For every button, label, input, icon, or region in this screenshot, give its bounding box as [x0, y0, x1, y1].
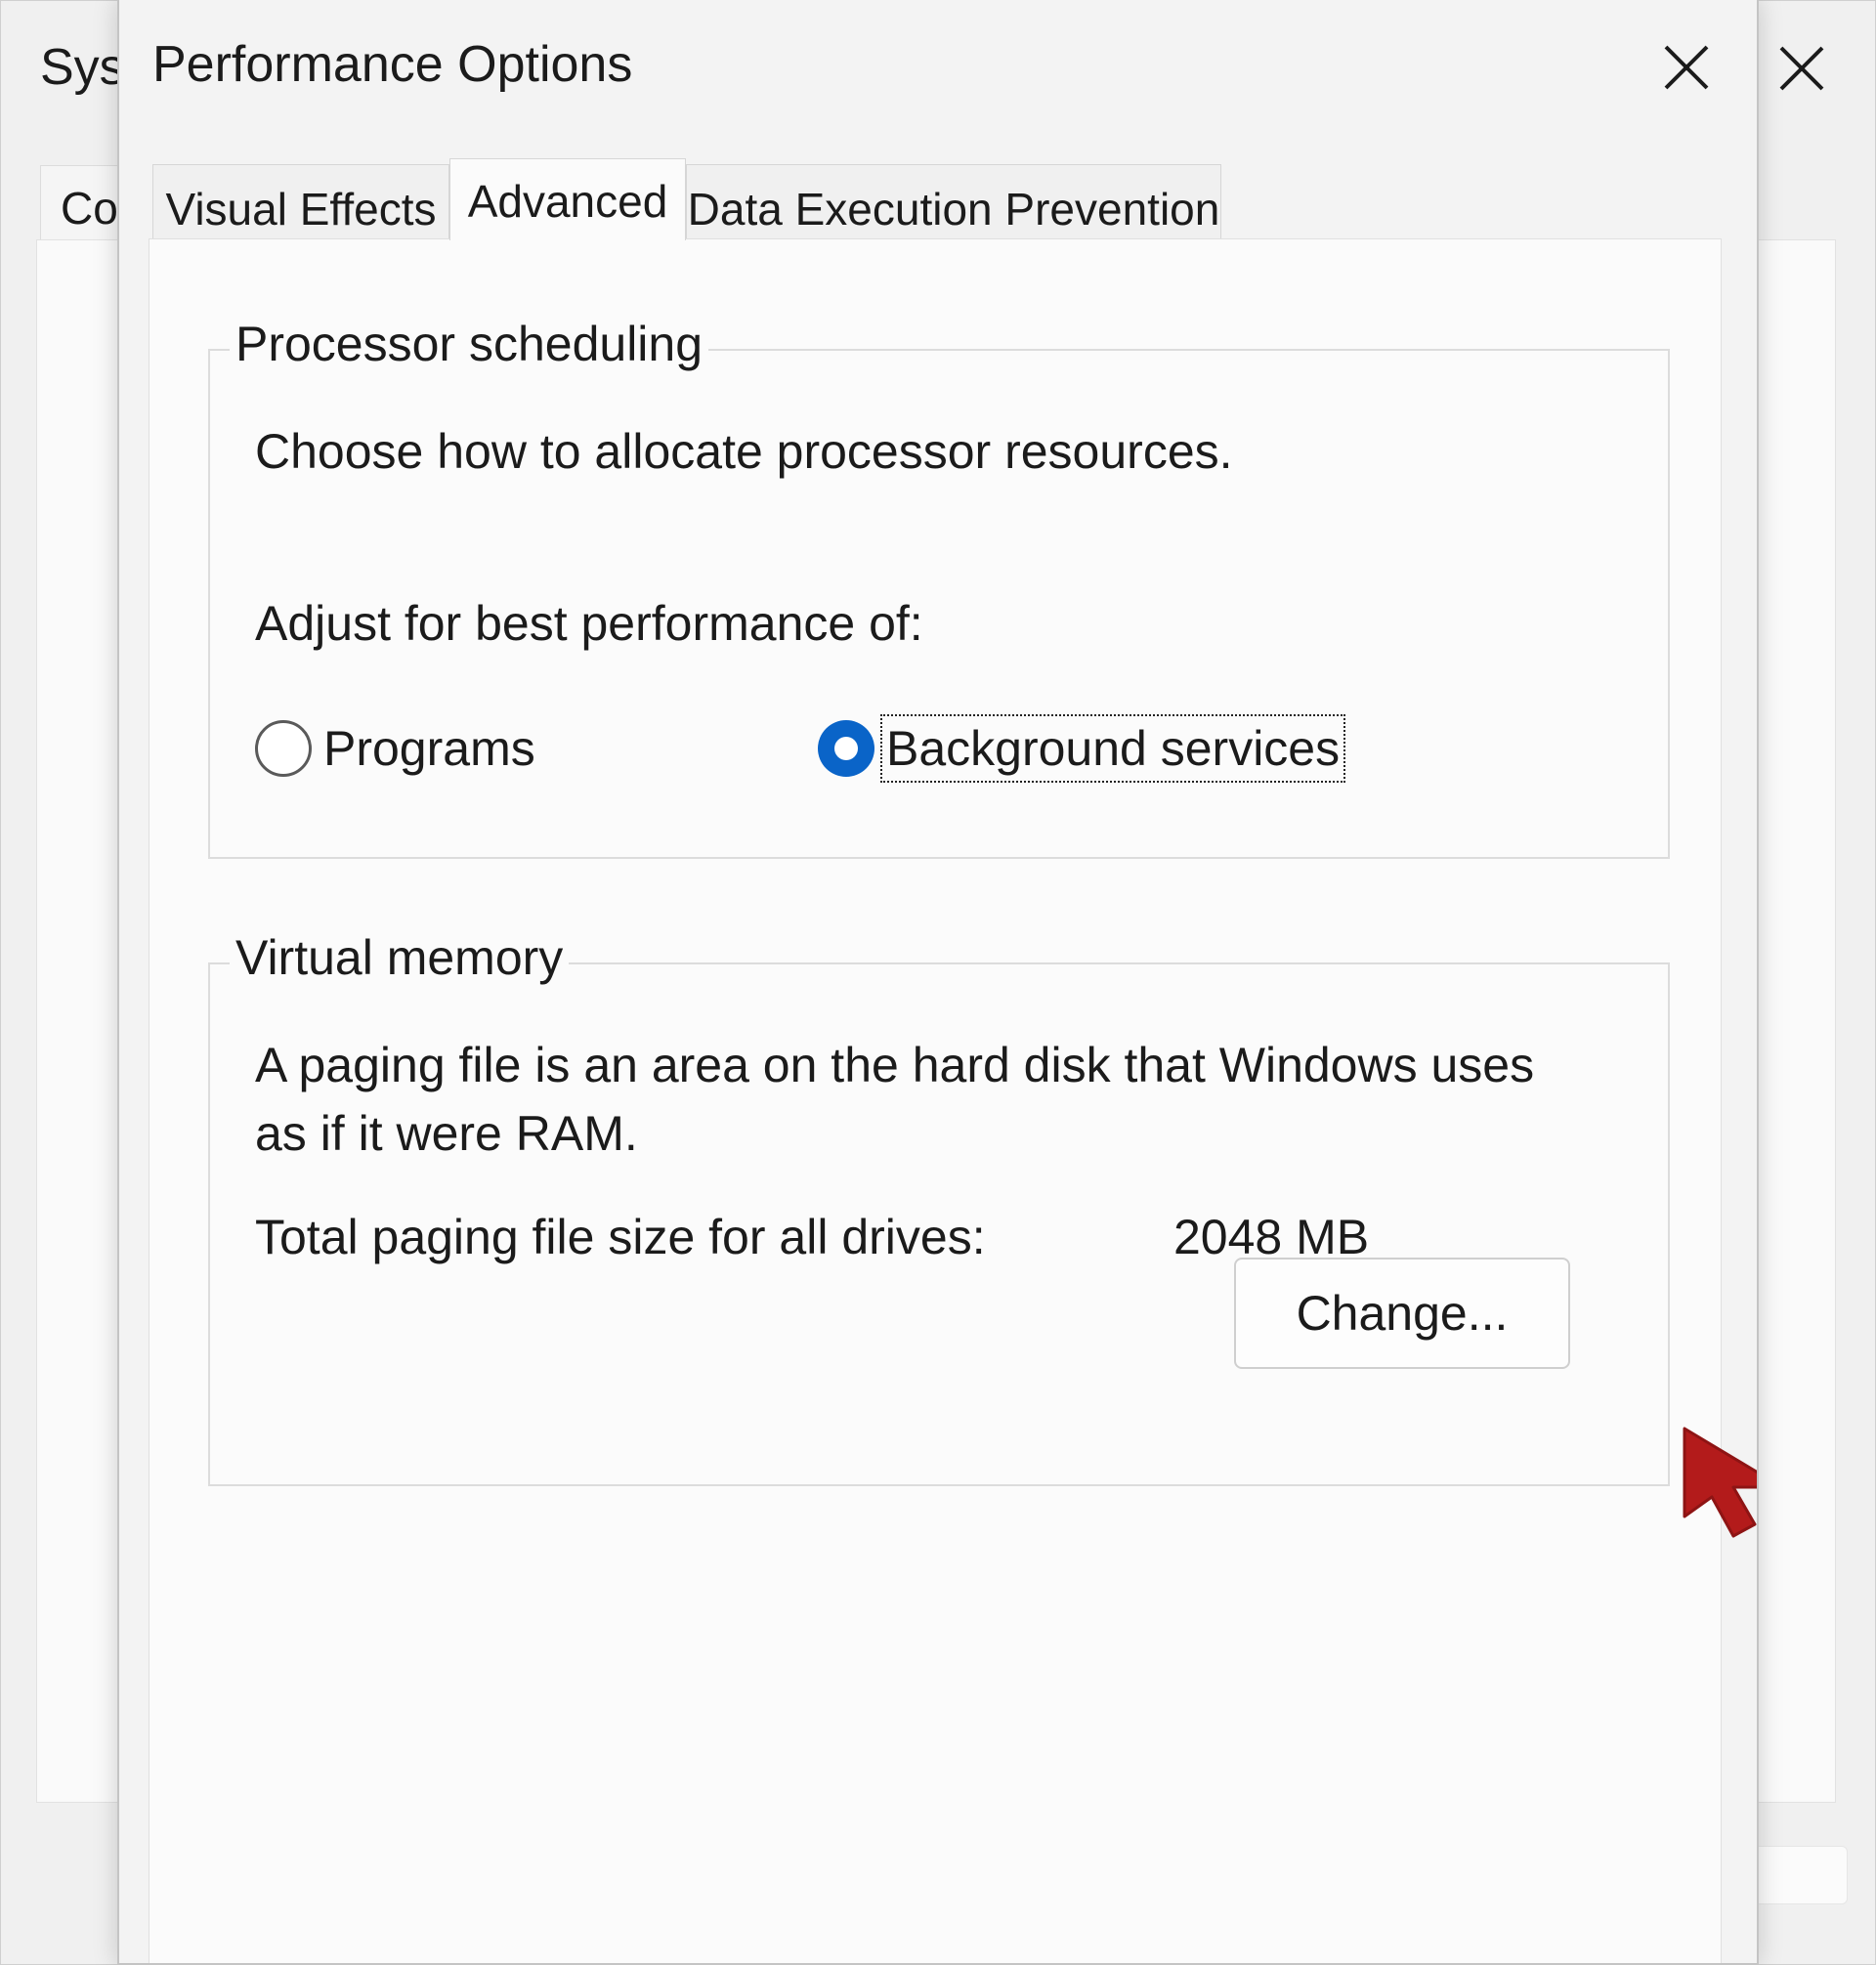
processor-scheduling-description: Choose how to allocate processor resourc…	[255, 424, 1233, 479]
paging-file-total-label: Total paging file size for all drives:	[255, 1210, 986, 1264]
dialog-title: Performance Options	[152, 36, 633, 93]
background-services-radio-button[interactable]	[818, 720, 874, 777]
close-icon[interactable]	[1656, 37, 1717, 98]
tab-strip: Visual Effects Advanced Data Execution P…	[152, 158, 1716, 240]
tab-visual-effects[interactable]: Visual Effects	[152, 164, 449, 238]
programs-radio-label[interactable]: Programs	[321, 718, 537, 779]
programs-radio[interactable]: Programs	[255, 712, 537, 785]
change-button[interactable]: Change...	[1234, 1258, 1570, 1369]
virtual-memory-group: Virtual memory A paging file is an area …	[208, 929, 1670, 1486]
background-services-radio-label[interactable]: Background services	[879, 714, 1346, 783]
virtual-memory-legend: Virtual memory	[230, 929, 570, 986]
processor-scheduling-group: Processor scheduling Choose how to alloc…	[208, 316, 1670, 859]
background-button[interactable]	[1750, 1846, 1848, 1904]
processor-scheduling-legend: Processor scheduling	[230, 316, 709, 372]
advanced-tab-panel: Processor scheduling Choose how to alloc…	[149, 238, 1722, 1963]
programs-radio-button[interactable]	[255, 720, 312, 777]
tab-advanced[interactable]: Advanced	[449, 158, 686, 240]
background-services-radio[interactable]: Background services	[818, 712, 1346, 785]
close-icon[interactable]	[1771, 38, 1832, 99]
adjust-performance-label: Adjust for best performance of:	[255, 596, 923, 651]
virtual-memory-description-line2: as if it were RAM.	[255, 1106, 638, 1161]
virtual-memory-description-line1: A paging file is an area on the hard dis…	[255, 1038, 1535, 1092]
performance-options-dialog: Performance Options Visual Effects Advan…	[117, 0, 1759, 1965]
tab-data-execution-prevention[interactable]: Data Execution Prevention	[686, 164, 1221, 238]
